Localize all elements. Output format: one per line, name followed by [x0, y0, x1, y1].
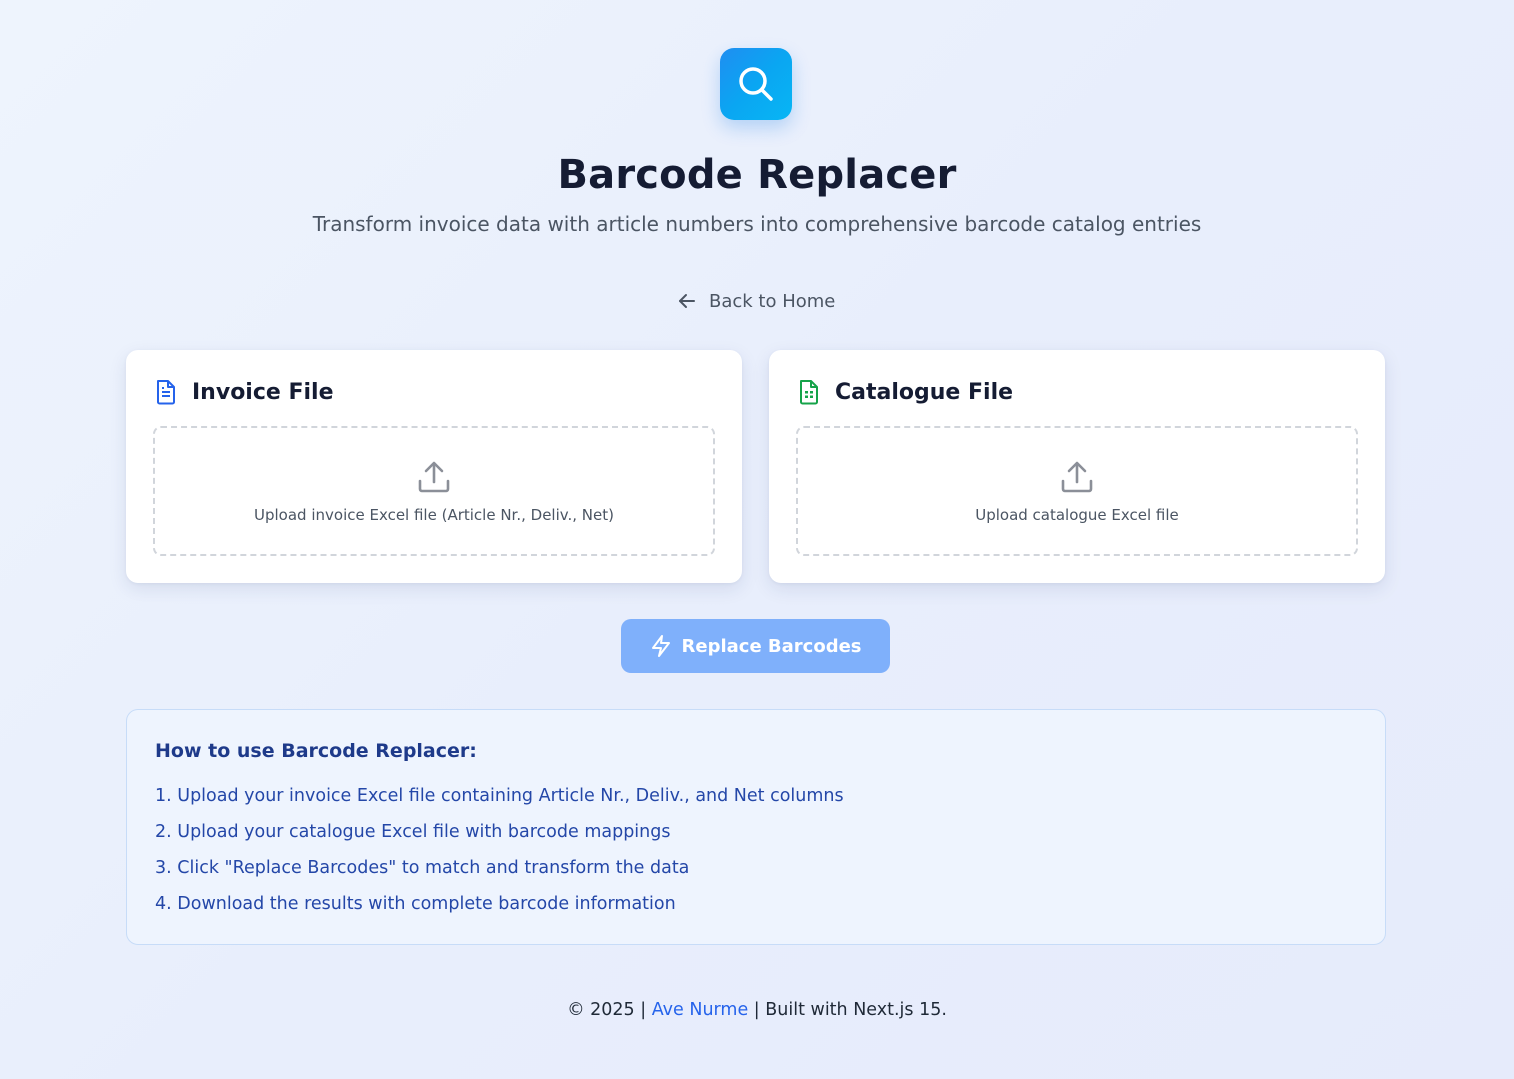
upload-icon — [418, 461, 450, 493]
invoice-upload-label: Upload invoice Excel file (Article Nr., … — [254, 506, 614, 524]
replace-barcodes-button[interactable]: Replace Barcodes — [621, 619, 890, 673]
document-icon — [157, 380, 175, 405]
lightning-icon — [651, 635, 670, 657]
catalogue-upload-label: Upload catalogue Excel file — [975, 506, 1179, 524]
invoice-file-card: Invoice File Upload invoice Excel file (… — [126, 350, 742, 583]
spreadsheet-icon — [800, 380, 818, 405]
footer-built-with: | Built with Next.js 15. — [748, 1000, 947, 1020]
invoice-card-header: Invoice File — [154, 378, 334, 406]
how-to-title: How to use Barcode Replacer: — [155, 740, 477, 762]
author-link[interactable]: Ave Nurme — [652, 1000, 749, 1020]
invoice-card-title: Invoice File — [192, 379, 334, 405]
catalogue-dropzone[interactable]: Upload catalogue Excel file — [796, 426, 1358, 556]
how-to-step: 3. Click "Replace Barcodes" to match and… — [155, 858, 690, 878]
upload-icon — [1061, 461, 1093, 493]
footer-copyright: © 2025 | — [567, 1000, 652, 1020]
page-footer: © 2025 | Ave Nurme | Built with Next.js … — [0, 1000, 1514, 1020]
how-to-step: 2. Upload your catalogue Excel file with… — [155, 822, 671, 842]
invoice-dropzone[interactable]: Upload invoice Excel file (Article Nr., … — [153, 426, 715, 556]
page-subtitle: Transform invoice data with article numb… — [312, 212, 1202, 236]
back-to-home-link[interactable]: Back to Home — [677, 288, 835, 314]
page-title: Barcode Replacer — [557, 152, 957, 198]
catalogue-card-header: Catalogue File — [797, 378, 1013, 406]
how-to-steps: 1. Upload your invoice Excel file contai… — [155, 784, 844, 928]
how-to-step: 1. Upload your invoice Excel file contai… — [155, 786, 844, 806]
replace-barcodes-label: Replace Barcodes — [681, 635, 862, 657]
search-icon — [739, 67, 773, 101]
back-link-label: Back to Home — [709, 290, 836, 312]
app-logo — [720, 48, 792, 120]
how-to-panel: How to use Barcode Replacer: 1. Upload y… — [126, 709, 1386, 945]
catalogue-card-title: Catalogue File — [835, 379, 1014, 405]
how-to-step: 4. Download the results with complete ba… — [155, 894, 676, 914]
arrow-left-icon — [679, 294, 695, 308]
catalogue-file-card: Catalogue File Upload catalogue Excel fi… — [769, 350, 1385, 583]
